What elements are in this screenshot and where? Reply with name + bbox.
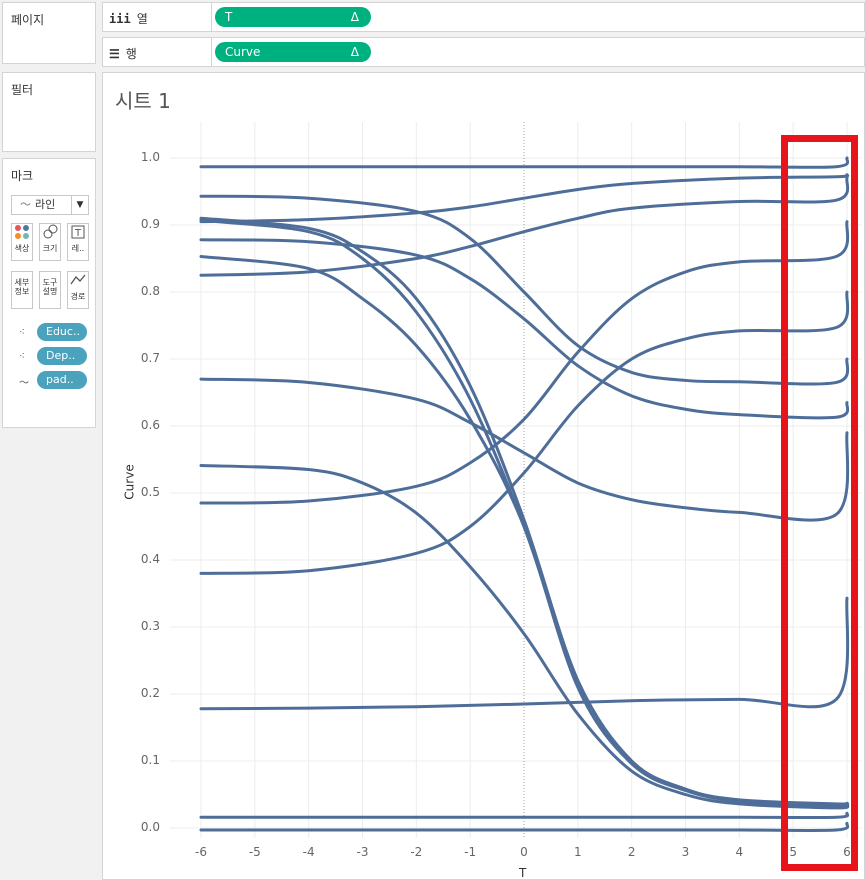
line-chart[interactable] <box>0 0 865 880</box>
series-line-0[interactable] <box>199 156 850 169</box>
highlight-box <box>781 135 858 871</box>
